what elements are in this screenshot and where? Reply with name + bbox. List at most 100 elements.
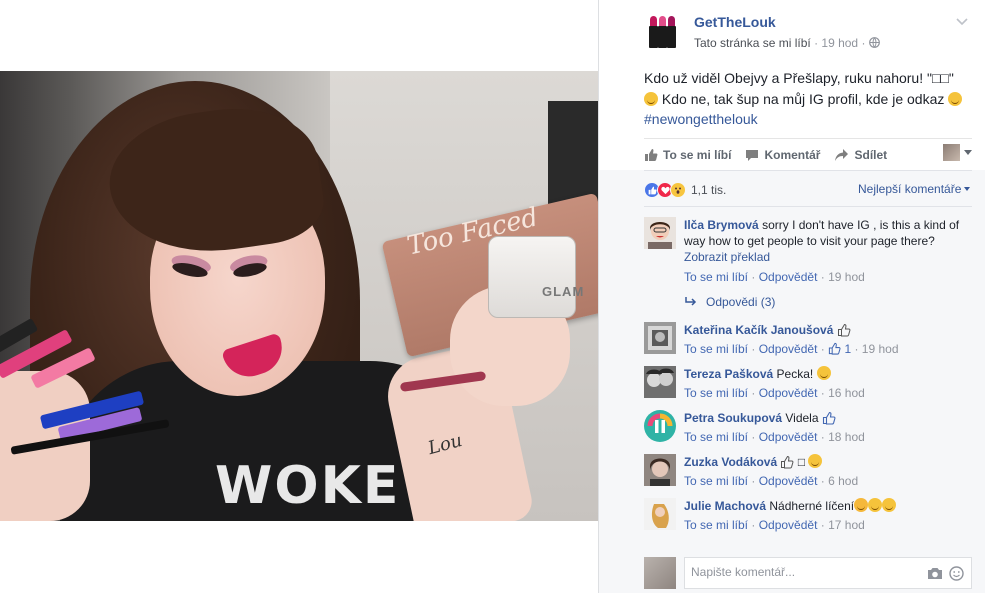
post-photo[interactable]: WOKE Too Faced GLAM Lou xyxy=(0,71,598,521)
lipstick-tip-icon xyxy=(668,16,675,26)
comment-composer xyxy=(644,557,972,589)
commenter-avatar[interactable] xyxy=(644,410,676,442)
commenter-avatar[interactable] xyxy=(644,498,676,530)
comment-like-link[interactable]: To se mi líbí xyxy=(684,518,748,532)
comment-body: Tereza Pašková Pecka! xyxy=(684,366,974,382)
like-button[interactable]: To se mi líbí xyxy=(644,148,731,162)
globe-icon xyxy=(868,37,880,48)
share-button[interactable]: Sdílet xyxy=(834,148,887,162)
camera-icon[interactable] xyxy=(927,567,943,580)
share-button-label: Sdílet xyxy=(854,148,888,162)
post-as-selector[interactable] xyxy=(943,144,972,161)
comment-body: Petra Soukupová Videla xyxy=(684,410,974,426)
comment-author[interactable]: Julie Machová xyxy=(684,499,766,513)
photo-jar xyxy=(488,236,576,318)
post-divider xyxy=(644,138,972,139)
page-avatar[interactable] xyxy=(645,14,679,48)
comment-author[interactable]: Tereza Pašková xyxy=(684,367,773,381)
comment-like-count[interactable]: 1 xyxy=(844,342,851,356)
comment-timestamp[interactable]: 16 hod xyxy=(828,386,865,400)
comment-reply-link[interactable]: Odpovědět xyxy=(759,430,818,444)
current-user-avatar xyxy=(644,557,676,589)
comment-bubble-icon xyxy=(746,150,759,161)
comment-meta: To se mi líbí · Odpovědět · 6 hod xyxy=(684,474,859,488)
caret-down-icon xyxy=(964,150,972,155)
page-name-link[interactable]: GetTheLouk xyxy=(694,14,776,30)
commenter-avatar[interactable] xyxy=(644,454,676,486)
thumbs-up-icon xyxy=(828,342,841,355)
comment-button[interactable]: Komentář xyxy=(745,148,820,162)
view-replies-link[interactable]: Odpovědi (3) xyxy=(684,295,775,309)
blush-emoji-icon xyxy=(882,498,897,512)
replies-count-label: Odpovědi (3) xyxy=(706,295,776,309)
comment-timestamp[interactable]: 19 hod xyxy=(828,270,865,284)
reactions-count[interactable]: 1,1 tis. xyxy=(691,183,726,197)
photo-jar-label: GLAM xyxy=(542,284,585,299)
comment-meta: To se mi líbí · Odpovědět · 16 hod xyxy=(684,386,865,400)
comment-body: Zuzka Vodáková □ xyxy=(684,454,974,470)
comment-sort-label: Nejlepší komentáře xyxy=(858,182,962,196)
comment-meta: To se mi líbí · Odpovědět · 18 hod xyxy=(684,430,865,444)
lipstick-tip-icon xyxy=(650,16,657,26)
comment-text: Videla xyxy=(785,411,819,425)
like-button-label: To se mi líbí xyxy=(663,148,732,162)
post-actions-bar: To se mi líbí Komentář Sdílet xyxy=(644,144,972,166)
comment-author[interactable]: Ilča Brymová xyxy=(684,218,759,232)
lipstick-icon xyxy=(658,26,667,48)
comment-author[interactable]: Zuzka Vodáková xyxy=(684,455,777,469)
post-meta: Tato stránka se mi líbí · 19 hod · xyxy=(694,36,880,50)
post-text-part1: Kdo už viděl Obejvy a Přešlapy, ruku nah… xyxy=(644,70,954,86)
meta-separator: · xyxy=(814,36,819,50)
comment-timestamp[interactable]: 6 hod xyxy=(828,474,858,488)
comment-body: Kateřina Kačík Janoušová xyxy=(684,322,974,338)
comment-like-link[interactable]: To se mi líbí xyxy=(684,474,748,488)
lipstick-icon xyxy=(649,26,658,48)
post-timestamp[interactable]: 19 hod xyxy=(821,36,858,50)
thumbs-up-emoji-icon xyxy=(837,323,851,337)
comment-reply-link[interactable]: Odpovědět xyxy=(759,386,818,400)
comment-like-link[interactable]: To se mi líbí xyxy=(684,342,748,356)
wow-reaction-icon xyxy=(670,182,686,198)
lipstick-icon xyxy=(667,26,676,48)
blush-emoji-icon xyxy=(868,498,883,512)
comment-like-link[interactable]: To se mi líbí xyxy=(684,430,748,444)
comment-author[interactable]: Petra Soukupová xyxy=(684,411,782,425)
comment-like-link[interactable]: To se mi líbí xyxy=(684,270,748,284)
comment-text: □ xyxy=(797,455,806,469)
share-arrow-icon xyxy=(835,149,849,161)
see-translation-link[interactable]: Zobrazit překlad xyxy=(684,249,974,265)
comment-timestamp[interactable]: 19 hod xyxy=(862,342,899,356)
page-liked-label[interactable]: Tato stránka se mi líbí xyxy=(694,36,811,50)
comment-reply-link[interactable]: Odpovědět xyxy=(759,342,818,356)
comment-meta: To se mi líbí · Odpovědět · 17 hod xyxy=(684,518,865,532)
comment-body: Julie Machová Nádherné líčení xyxy=(684,498,974,514)
comment-like-link[interactable]: To se mi líbí xyxy=(684,386,748,400)
comment-reply-link[interactable]: Odpovědět xyxy=(759,474,818,488)
actions-divider xyxy=(644,170,972,171)
selector-avatar xyxy=(943,144,960,161)
comment-input[interactable] xyxy=(691,565,911,579)
emoji-picker-icon[interactable] xyxy=(949,566,964,581)
comment-timestamp[interactable]: 18 hod xyxy=(828,430,865,444)
thumbs-up-emoji-icon xyxy=(781,455,794,469)
commenter-avatar[interactable] xyxy=(644,322,676,354)
comment-timestamp[interactable]: 17 hod xyxy=(828,518,865,532)
comment-sort-dropdown[interactable]: Nejlepší komentáře xyxy=(858,182,971,196)
comment-reply-link[interactable]: Odpovědět xyxy=(759,518,818,532)
comment-author[interactable]: Kateřina Kačík Janoušová xyxy=(684,323,833,337)
post-options-chevron-icon[interactable] xyxy=(955,14,969,28)
comment-input-box[interactable] xyxy=(684,557,972,589)
commenter-avatar[interactable] xyxy=(644,217,676,249)
post-hashtag[interactable]: #newongetthelouk xyxy=(644,111,758,127)
media-panel: WOKE Too Faced GLAM Lou xyxy=(0,0,598,593)
comment-meta: To se mi líbí · Odpovědět · 19 hod xyxy=(684,270,865,284)
reply-arrow-icon xyxy=(685,297,697,306)
comment-button-label: Komentář xyxy=(764,148,821,162)
photo-shirt-text: WOKE xyxy=(215,456,401,516)
smile-emoji-icon xyxy=(948,91,963,106)
comment-meta: To se mi líbí · Odpovědět · 1 · 19 hod xyxy=(684,342,899,356)
meta-separator: · xyxy=(861,36,866,50)
thumbs-up-emoji-icon xyxy=(822,411,836,425)
comment-reply-link[interactable]: Odpovědět xyxy=(759,270,818,284)
commenter-avatar[interactable] xyxy=(644,366,676,398)
